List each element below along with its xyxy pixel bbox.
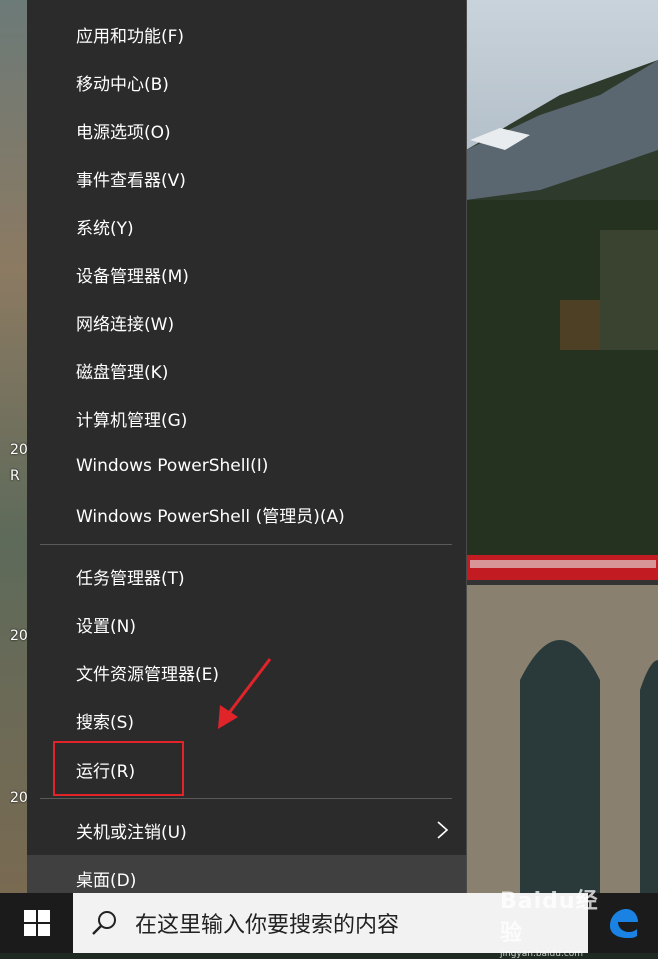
menu-item-powershell[interactable]: Windows PowerShell(I) — [27, 443, 466, 489]
menu-separator — [40, 544, 452, 545]
annotation-highlight-box — [53, 741, 184, 796]
menu-item-label: 关机或注销(U) — [76, 822, 187, 843]
menu-item-label: 系统(Y) — [76, 218, 134, 239]
chevron-right-icon — [437, 821, 449, 839]
menu-item-label: 桌面(D) — [76, 870, 137, 891]
menu-item-apps-features[interactable]: 应用和功能(F) — [27, 11, 466, 57]
windows-logo-icon — [23, 910, 50, 936]
start-button[interactable] — [0, 893, 73, 953]
menu-item-label: 磁盘管理(K) — [76, 362, 169, 383]
menu-item-device-manager[interactable]: 设备管理器(M) — [27, 251, 466, 297]
menu-item-disk-management[interactable]: 磁盘管理(K) — [27, 347, 466, 393]
menu-item-event-viewer[interactable]: 事件查看器(V) — [27, 155, 466, 201]
search-icon — [92, 911, 116, 935]
menu-item-task-manager[interactable]: 任务管理器(T) — [27, 553, 466, 599]
menu-item-label: 文件资源管理器(E) — [76, 664, 220, 685]
menu-item-power-options[interactable]: 电源选项(O) — [27, 107, 466, 153]
menu-item-label: 事件查看器(V) — [76, 170, 186, 191]
menu-item-label: 计算机管理(G) — [76, 410, 188, 431]
menu-item-label: 搜索(S) — [76, 712, 135, 733]
menu-item-mobility-center[interactable]: 移动中心(B) — [27, 59, 466, 105]
menu-item-settings[interactable]: 设置(N) — [27, 601, 466, 647]
menu-item-label: 网络连接(W) — [76, 314, 175, 335]
menu-item-powershell-admin[interactable]: Windows PowerShell (管理员)(A) — [27, 491, 466, 537]
menu-item-label: 任务管理器(T) — [76, 568, 185, 589]
baidu-watermark: Baidu经验 jingyan.baidu.com — [500, 883, 620, 959]
menu-item-shutdown-signout[interactable]: 关机或注销(U) — [27, 807, 466, 853]
menu-item-label: Windows PowerShell (管理员)(A) — [76, 506, 345, 527]
desktop-icon-label[interactable]: 20 — [10, 442, 28, 458]
menu-item-label: 应用和功能(F) — [76, 26, 185, 47]
watermark-brand: Baidu经验 — [500, 889, 599, 946]
menu-item-label: 设置(N) — [76, 616, 136, 637]
desktop-icon-label[interactable]: R — [10, 468, 20, 484]
desktop-icon-label[interactable]: 20 — [10, 628, 28, 644]
watermark-url: jingyan.baidu.com — [500, 949, 584, 959]
menu-item-network-connections[interactable]: 网络连接(W) — [27, 299, 466, 345]
menu-item-computer-management[interactable]: 计算机管理(G) — [27, 395, 466, 441]
search-placeholder: 在这里输入你要搜索的内容 — [135, 913, 400, 938]
menu-item-label: 移动中心(B) — [76, 74, 169, 95]
menu-item-system[interactable]: 系统(Y) — [27, 203, 466, 249]
menu-item-label: 电源选项(O) — [76, 122, 171, 143]
annotation-arrow-icon — [218, 658, 272, 729]
desktop-icon-label[interactable]: 20 — [10, 790, 28, 806]
menu-separator — [40, 798, 452, 799]
menu-item-label: 设备管理器(M) — [76, 266, 189, 287]
menu-item-label: Windows PowerShell(I) — [76, 456, 269, 476]
